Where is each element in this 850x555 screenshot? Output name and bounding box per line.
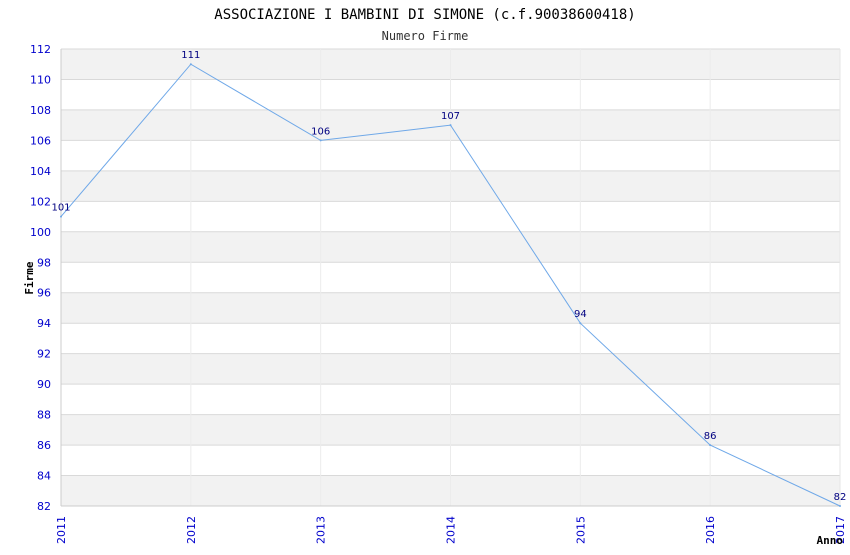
y-tick-label: 90 — [37, 378, 51, 391]
y-tick-label: 96 — [37, 287, 51, 300]
x-tick-label: 2015 — [574, 516, 587, 544]
data-point — [449, 124, 452, 127]
chart: 82 84 86 88 90 92 94 96 98 100 102 104 106 108 110 112 … — [0, 0, 850, 550]
data-label: 106 — [311, 126, 330, 137]
data-point — [579, 322, 582, 325]
y-axis-label: Firme — [23, 261, 36, 294]
data-point — [189, 63, 192, 66]
x-tick-labels: 2011 2012 2013 2014 2015 2016 2017 — [55, 516, 847, 544]
y-tick-label: 92 — [37, 348, 51, 361]
y-tick-label: 102 — [30, 195, 51, 208]
y-tick-label: 86 — [37, 439, 51, 452]
y-tick-label: 104 — [30, 165, 51, 178]
y-tick-label: 98 — [37, 256, 51, 269]
y-tick-label: 110 — [30, 73, 51, 86]
x-tick-label: 2012 — [185, 516, 198, 544]
x-tick-label: 2014 — [445, 516, 458, 544]
data-label: 101 — [51, 203, 70, 214]
data-point — [319, 139, 322, 142]
x-axis-label: Anno — [817, 534, 844, 547]
data-label: 111 — [181, 50, 200, 61]
data-point — [60, 215, 62, 218]
y-tick-label: 82 — [37, 500, 51, 513]
y-tick-label: 100 — [30, 226, 51, 239]
x-tick-label: 2016 — [704, 516, 717, 544]
data-label: 86 — [704, 431, 717, 442]
y-tick-label: 84 — [37, 470, 51, 483]
data-label: 94 — [574, 309, 587, 320]
x-tick-label: 2011 — [55, 516, 68, 544]
data-label: 82 — [834, 492, 847, 503]
y-tick-label: 88 — [37, 409, 51, 422]
data-point — [839, 505, 841, 507]
x-tick-label: 2013 — [315, 516, 328, 544]
y-tick-label: 94 — [37, 317, 51, 330]
y-tick-label: 112 — [30, 43, 51, 56]
y-tick-label: 108 — [30, 104, 51, 117]
data-point — [709, 444, 712, 447]
line-chart-svg: 828486889092949698100102104106108110112 … — [23, 7, 847, 547]
chart-subtitle: Numero Firme — [382, 29, 469, 43]
chart-title: ASSOCIAZIONE I BAMBINI DI SIMONE (c.f.90… — [214, 7, 635, 23]
data-label: 107 — [441, 111, 460, 122]
y-tick-label: 106 — [30, 134, 51, 147]
